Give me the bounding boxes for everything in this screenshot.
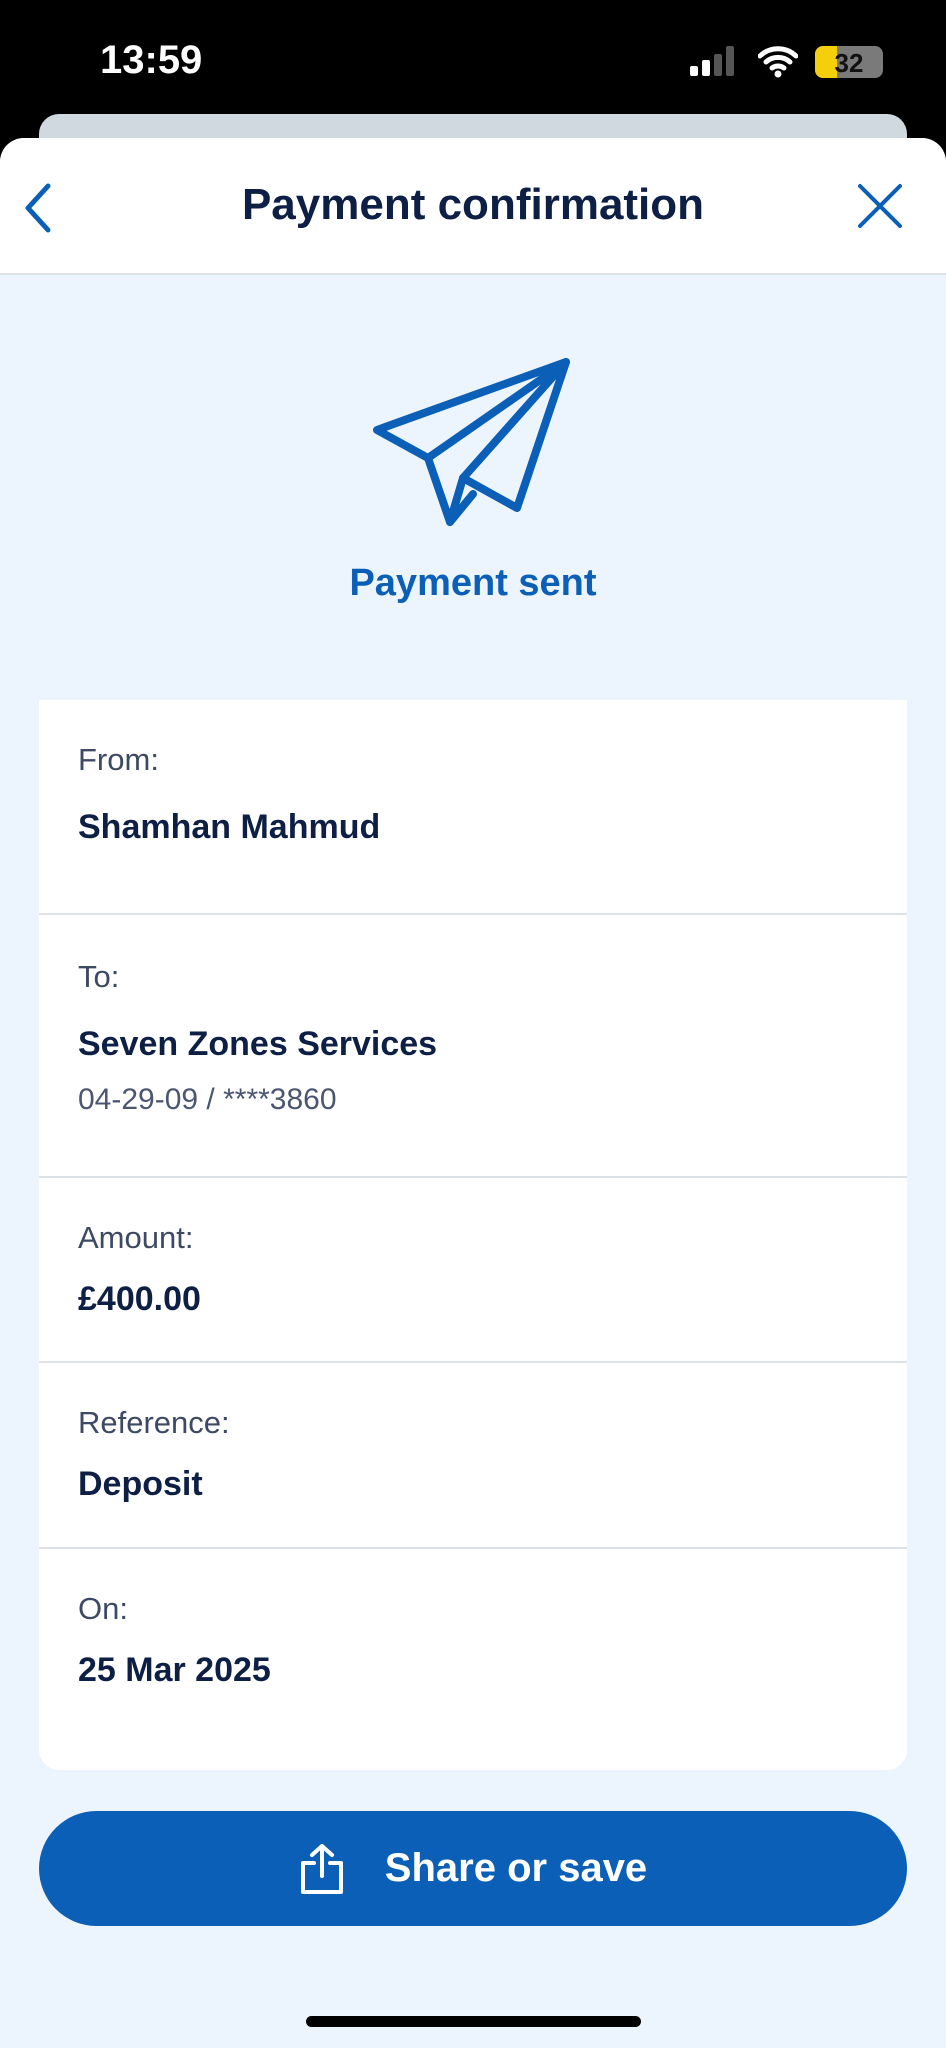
detail-row-reference: Reference: Deposit: [39, 1363, 907, 1549]
detail-value: 25 Mar 2025: [78, 1651, 271, 1689]
detail-label: Reference:: [78, 1405, 230, 1440]
status-bar: 13:59 32: [0, 0, 946, 120]
detail-row-to: To: Seven Zones Services 04-29-09 / ****…: [39, 915, 907, 1178]
payment-sent-status: Payment sent: [349, 562, 597, 604]
share-icon: [300, 1843, 343, 1894]
share-or-save-label: Share or save: [384, 1846, 648, 1890]
detail-label: Amount:: [78, 1220, 194, 1255]
signal-icon: [690, 46, 734, 76]
header: Payment confirmation: [0, 138, 946, 275]
detail-value: Seven Zones Services: [78, 1025, 438, 1063]
account-details: 04-29-09 / ****3860: [78, 1083, 337, 1116]
wifi-icon: [758, 46, 798, 78]
clock: 13:59: [100, 38, 203, 82]
detail-row-date: On: 25 Mar 2025: [39, 1549, 907, 1770]
battery-icon: 32: [815, 46, 883, 78]
paper-plane-icon: [373, 358, 570, 526]
detail-row-amount: Amount: £400.00: [39, 1178, 907, 1363]
detail-value: Shamhan Mahmud: [78, 808, 381, 846]
page-title: Payment confirmation: [241, 180, 705, 229]
detail-row-from: From: Shamhan Mahmud: [39, 700, 907, 915]
close-icon[interactable]: [856, 182, 904, 230]
payment-confirmation-sheet: Payment confirmation Payment sent From: …: [0, 138, 946, 2048]
share-or-save-button[interactable]: Share or save: [39, 1811, 907, 1926]
detail-label: From:: [78, 742, 159, 777]
payment-details-card: From: Shamhan Mahmud To: Seven Zones Ser…: [39, 700, 907, 1770]
detail-label: On:: [78, 1591, 128, 1626]
detail-value: £400.00: [78, 1280, 201, 1318]
home-indicator[interactable]: [306, 2016, 641, 2027]
detail-label: To:: [78, 959, 120, 994]
detail-value: Deposit: [78, 1465, 203, 1503]
